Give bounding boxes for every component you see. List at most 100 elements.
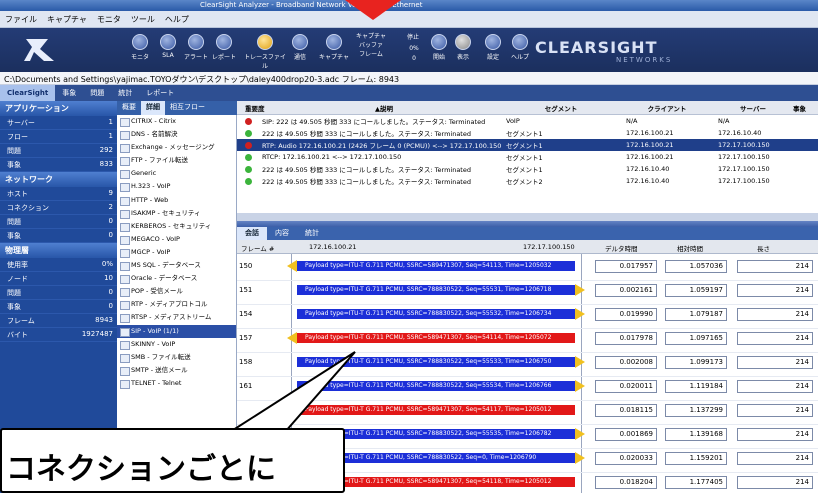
app-row-label: 事象	[7, 161, 21, 169]
phys-row[interactable]: 事象 0	[0, 300, 117, 314]
flow-row[interactable]: 150 Payload type=ITU-T G.711 PCMU, SSRC=5…	[237, 254, 818, 281]
protocol-item[interactable]: ISAKMP - セキュリティ	[117, 207, 236, 220]
col-segment[interactable]: セグメント	[501, 103, 621, 113]
protocol-item[interactable]: SIP - VoIP (1/1)	[117, 324, 236, 338]
net-row[interactable]: 問題 0	[0, 215, 117, 229]
tab-reports[interactable]: レポート	[139, 88, 181, 98]
monitor-button[interactable]: モニタ	[125, 31, 155, 61]
tab-statistics[interactable]: 統計	[297, 227, 327, 240]
relative-time: 1.079187	[665, 308, 727, 321]
event-row[interactable]: RTCP: 172.16.100.21 <--> 172.17.100.150 セ…	[237, 151, 818, 163]
tab-detail[interactable]: 詳細	[141, 101, 165, 115]
net-row[interactable]: ホスト 9	[0, 187, 117, 201]
event-row[interactable]: 222 は 49.505 秒間 333 にコールしました。ステータス: Term…	[237, 163, 818, 175]
protocol-item[interactable]: MEGACO - VoIP	[117, 233, 236, 246]
app-row[interactable]: フロー 1	[0, 130, 117, 144]
protocol-item[interactable]: POP - 受信メール	[117, 285, 236, 298]
delta-time: 0.017957	[595, 260, 657, 273]
view-button[interactable]: 表示	[448, 31, 478, 61]
delta-time: 0.001869	[595, 428, 657, 441]
flow-row[interactable]: 157 Payload type=ITU-T G.711 PCMU, SSRC=5…	[237, 326, 818, 353]
tab-overview[interactable]: 概要	[117, 101, 141, 115]
packet-bar[interactable]: Payload type=ITU-T G.711 PCMU, SSRC=7888…	[297, 285, 575, 295]
net-section-header[interactable]: ネットワーク	[0, 172, 117, 187]
col-frame[interactable]: フレーム #	[241, 243, 274, 253]
protocol-item[interactable]: DNS - 名前解決	[117, 128, 236, 141]
phys-row[interactable]: 使用率 0%	[0, 258, 117, 272]
report-button[interactable]: レポート	[209, 31, 239, 61]
protocol-item[interactable]: SKINNY - VoIP	[117, 338, 236, 351]
event-row[interactable]: RTP: Audio 172.16.100.21 (2426 フレーム 0 (P…	[237, 139, 818, 151]
tab-conversation[interactable]: 会話	[237, 227, 267, 240]
tab-stats[interactable]: 統計	[111, 88, 139, 98]
phys-row-value: 1927487	[81, 330, 113, 338]
phys-section-header[interactable]: 物理層	[0, 243, 117, 258]
tab-clearsight[interactable]: ClearSight	[0, 85, 56, 101]
trace-file-button[interactable]: トレースファイル	[243, 31, 287, 70]
protocol-item[interactable]: MGCP - VoIP	[117, 246, 236, 259]
col-right-ip: 172.17.100.150	[523, 243, 575, 251]
protocol-item[interactable]: FTP - ファイル転送	[117, 154, 236, 167]
app-section-header[interactable]: アプリケーション	[0, 101, 117, 116]
event-desc: SIP: 222 は 49.505 秒間 333 にコールしました。ステータス:…	[262, 118, 486, 126]
protocol-item[interactable]: Exchange - メッセージング	[117, 141, 236, 154]
event-row[interactable]: 222 は 49.505 秒間 333 にコールしました。ステータス: Term…	[237, 127, 818, 139]
delta-time: 0.020033	[595, 452, 657, 465]
sla-button[interactable]: SLA	[153, 31, 183, 59]
menu-monitor[interactable]: モニタ	[92, 14, 126, 25]
protocol-item[interactable]: KERBEROS - セキュリティ	[117, 220, 236, 233]
relative-time: 1.057036	[665, 260, 727, 273]
flow-row[interactable]: 154 Payload type=ITU-T G.711 PCMU, SSRC=7…	[237, 302, 818, 329]
app-row[interactable]: 問題 292	[0, 144, 117, 158]
event-desc: 222 は 49.505 秒間 333 にコールしました。ステータス: Term…	[262, 178, 471, 186]
col-severity[interactable]: 重要度	[237, 103, 267, 113]
event-row[interactable]: 222 は 49.505 秒間 333 にコールしました。ステータス: Term…	[237, 175, 818, 187]
protocol-item[interactable]: CITRIX - Citrix	[117, 115, 236, 128]
capture-button[interactable]: キャプチャ	[316, 31, 352, 61]
brand-name: CLEARSIGHT	[535, 38, 658, 57]
col-delta[interactable]: デルタ時間	[605, 243, 638, 253]
col-server[interactable]: サーバー	[713, 103, 793, 113]
col-length[interactable]: 長さ	[757, 243, 770, 253]
col-client[interactable]: クライアント	[621, 103, 713, 113]
menu-capture[interactable]: キャプチャ	[42, 14, 92, 25]
view-tabs: ClearSight 事象 問題 統計 レポート	[0, 85, 818, 101]
menu-tools[interactable]: ツール	[126, 14, 160, 25]
packet-bar[interactable]: Payload type=ITU-T G.711 PCMU, SSRC=5894…	[297, 333, 575, 343]
packet-bar[interactable]: Payload type=ITU-T G.711 PCMU, SSRC=5894…	[297, 261, 575, 271]
protocol-item[interactable]: MS SQL - データベース	[117, 259, 236, 272]
tab-problems[interactable]: 問題	[83, 88, 111, 98]
net-row-label: 問題	[7, 218, 21, 226]
col-event[interactable]: 事象	[793, 103, 818, 113]
packet-bar[interactable]: Payload type=ITU-T G.711 PCMU, SSRC=7888…	[297, 309, 575, 319]
protocol-item[interactable]: H.323 - VoIP	[117, 180, 236, 193]
tab-events[interactable]: 事象	[55, 88, 83, 98]
protocol-item[interactable]: RTSP - メディアストリーム	[117, 311, 236, 324]
phys-row[interactable]: ノード 10	[0, 272, 117, 286]
menu-help[interactable]: ヘルプ	[160, 14, 194, 25]
protocol-item[interactable]: Generic	[117, 167, 236, 180]
protocol-item[interactable]: HTTP - Web	[117, 194, 236, 207]
help-button[interactable]: ヘルプ	[505, 31, 535, 61]
phys-row[interactable]: 問題 0	[0, 286, 117, 300]
event-client: 172.16.100.21	[626, 141, 674, 149]
net-row[interactable]: コネクション 2	[0, 201, 117, 215]
comm-button[interactable]: 通信	[285, 31, 315, 61]
app-row[interactable]: サーバー 1	[0, 116, 117, 130]
protocol-item[interactable]: RTP - メディアプロトコル	[117, 298, 236, 311]
phys-row[interactable]: バイト 1927487	[0, 328, 117, 342]
settings-button[interactable]: 設定	[478, 31, 508, 61]
app-row[interactable]: 事象 833	[0, 158, 117, 172]
flow-row[interactable]: 151 Payload type=ITU-T G.711 PCMU, SSRC=7…	[237, 278, 818, 305]
protocol-item[interactable]: Oracle - データベース	[117, 272, 236, 285]
col-relative[interactable]: 相対時間	[677, 243, 703, 253]
tab-content[interactable]: 内容	[267, 227, 297, 240]
alert-button[interactable]: アラート	[181, 31, 211, 61]
phys-row[interactable]: フレーム 8943	[0, 314, 117, 328]
net-row[interactable]: 事象 0	[0, 229, 117, 243]
tab-crossflow[interactable]: 相互フロー	[165, 101, 210, 115]
event-row[interactable]: SIP: 222 は 49.505 秒間 333 にコールしました。ステータス:…	[237, 115, 818, 127]
event-table-scrollbar[interactable]	[237, 213, 818, 221]
menu-file[interactable]: ファイル	[0, 14, 42, 25]
col-description[interactable]: ▲説明	[267, 103, 501, 113]
